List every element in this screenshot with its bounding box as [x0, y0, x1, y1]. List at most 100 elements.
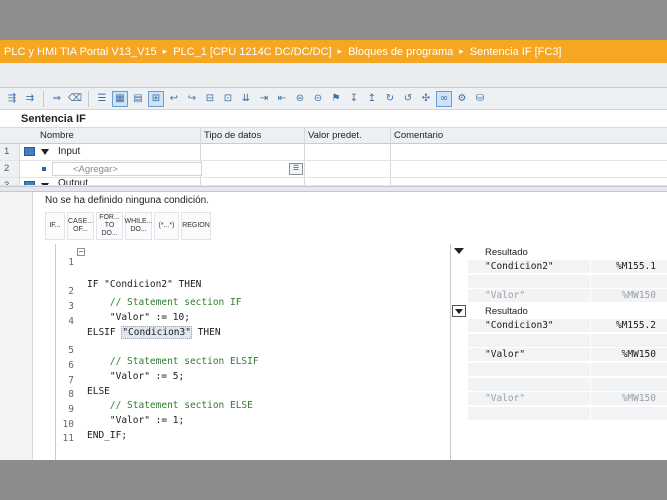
breadcrumb-block[interactable]: Sentencia IF [FC3]	[470, 46, 562, 58]
code-line[interactable]: 6 "Valor" := 5;	[56, 349, 451, 382]
status-row: "Condicion3" %M155.2	[451, 319, 667, 334]
block-title: Sentencia IF	[0, 110, 667, 128]
absolute-icon[interactable]: ⊞	[148, 90, 164, 107]
toolbar-divider	[43, 90, 44, 107]
line-number: 4	[68, 316, 74, 327]
insert-while-button[interactable]: WHILE... DO...	[125, 212, 153, 240]
operand-address: %MW150	[621, 290, 656, 301]
monitoring-status-panel: Resultado "Condicion2" %M155.1 "Valor" %…	[450, 244, 667, 460]
collapse-arrow-icon[interactable]	[454, 248, 464, 254]
column-header-name[interactable]: Nombre	[40, 130, 74, 141]
line-number: 11	[62, 433, 74, 444]
status-row: Resultado	[451, 246, 667, 261]
insert-for-button[interactable]: FOR... TO DO...	[96, 212, 123, 240]
favorites-icon[interactable]: ↪	[184, 91, 200, 107]
operand-address: %M155.1	[615, 261, 656, 272]
memory-icon[interactable]: ⛁	[472, 91, 488, 107]
insert-if-button[interactable]: IF...	[45, 212, 65, 240]
interface-header: Nombre Tipo de datos Valor predet. Comen…	[0, 128, 667, 144]
editor-side-gutter	[0, 192, 33, 460]
list-icon[interactable]: ☰	[94, 91, 110, 107]
go-back-icon[interactable]: ↺	[400, 91, 416, 107]
code-line[interactable]: 2 // Statement section IF	[56, 275, 451, 308]
monitoring-icon[interactable]: ⚙	[454, 91, 470, 107]
column-header-data-type[interactable]: Tipo de datos	[204, 130, 261, 141]
data-type-dropdown-icon[interactable]: ☰	[289, 163, 303, 175]
section-name: Output	[58, 178, 89, 186]
expand-icon[interactable]	[41, 149, 49, 155]
code-line[interactable]: 5 // Statement section ELSIF	[56, 334, 451, 367]
go-to-icon[interactable]: ↻	[382, 91, 398, 107]
block-interface-table: Nombre Tipo de datos Valor predet. Comen…	[0, 128, 667, 186]
input-section-icon	[24, 147, 35, 156]
status-row	[451, 363, 667, 378]
status-row: "Valor" %MW150	[451, 289, 667, 304]
code-line[interactable]: 11	[56, 422, 451, 444]
delete-icon[interactable]: ⌫	[67, 91, 83, 107]
operand-name: "Valor"	[485, 393, 526, 404]
goto-icon[interactable]: ↩	[166, 91, 182, 107]
bookmark-prev-icon[interactable]: ↥	[364, 91, 380, 107]
code-line[interactable]: 10 END_IF;	[56, 408, 451, 441]
add-parameter-field[interactable]: <Agregar>	[52, 162, 202, 176]
status-cell	[468, 275, 667, 289]
status-row	[451, 275, 667, 290]
compile-icon[interactable]: ⇶	[4, 91, 20, 107]
operand-name: "Condicion2"	[485, 261, 554, 272]
download-icon[interactable]: ⇉	[22, 91, 38, 107]
breadcrumb-program-blocks[interactable]: Bloques de programa	[348, 46, 453, 58]
code-line[interactable]: 3 "Valor" := 10;	[56, 290, 451, 323]
status-row: "Condicion2" %M155.1	[451, 260, 667, 275]
row-number: 1	[0, 144, 20, 160]
interface-row-add[interactable]: 2 <Agregar> ☰	[0, 161, 667, 178]
more-icon[interactable]: ▤	[130, 91, 146, 107]
collapse-arrow-icon[interactable]	[452, 305, 466, 317]
operand-name: "Valor"	[485, 290, 526, 301]
comment-icon[interactable]: ⊜	[292, 91, 308, 107]
code-panel[interactable]: 1 − IF "Condicion2" THEN 2 // Statement …	[55, 244, 450, 460]
copy-values-icon[interactable]: ⇊	[238, 91, 254, 107]
instruction-buttons: IF... CASE... OF... FOR... TO DO... WHIL…	[45, 212, 211, 240]
status-row	[451, 378, 667, 393]
breadcrumb-project[interactable]: PLC y HMI TIA Portal V13_V15	[4, 46, 157, 58]
operand-address: %M155.2	[615, 320, 656, 331]
uncomment-icon[interactable]: ⊝	[310, 91, 326, 107]
breadcrumb-plc[interactable]: PLC_1 [CPU 1214C DC/DC/DC]	[173, 46, 331, 58]
status-row: "Valor" %MW150	[451, 348, 667, 363]
column-header-default-value[interactable]: Valor predet.	[308, 130, 362, 141]
interface-row-input[interactable]: 1 Input	[0, 144, 667, 161]
section-name: Input	[58, 146, 81, 157]
insert-network-icon[interactable]: ⇒	[49, 91, 65, 107]
line-number: 1	[68, 257, 74, 268]
code-line[interactable]: 1 − IF "Condicion2" THEN	[56, 246, 451, 291]
status-column-divider	[590, 244, 591, 460]
code-line[interactable]: 7 ELSE	[56, 364, 451, 397]
bookmark-icon[interactable]: ⚑	[328, 91, 344, 107]
monitor-icon[interactable]: ▦	[112, 90, 128, 107]
insert-case-button[interactable]: CASE... OF...	[67, 212, 94, 240]
status-row: "Valor" %MW150	[451, 392, 667, 407]
glasses-icon[interactable]: ∞	[436, 90, 452, 107]
status-label: Resultado	[485, 306, 528, 317]
snapshot-icon[interactable]: ⊡	[220, 91, 236, 107]
insert-region-button[interactable]: REGION	[181, 212, 211, 240]
code-line[interactable]: 4 ELSIF "Condicion3" THEN	[56, 305, 451, 339]
status-cell	[468, 334, 667, 348]
scl-editor-area: No se ha definido ninguna condición. IF.…	[0, 192, 667, 460]
interface-row-output[interactable]: 3 Output	[0, 178, 667, 186]
code-line[interactable]: 8 // Statement section ELSE	[56, 378, 451, 411]
watch-icon[interactable]: ⊟	[202, 91, 218, 107]
fold-icon[interactable]: −	[77, 248, 85, 256]
indent-icon[interactable]: ⇥	[256, 91, 272, 107]
operand-address: %MW150	[621, 349, 656, 360]
row-number: 2	[0, 161, 20, 177]
outdent-icon[interactable]: ⇤	[274, 91, 290, 107]
bookmark-next-icon[interactable]: ↧	[346, 91, 362, 107]
column-header-comment[interactable]: Comentario	[394, 130, 443, 141]
editor-toolbar: ⇶ ⇉ ⇒ ⌫ ☰ ▦ ▤ ⊞ ↩ ↪ ⊟ ⊡ ⇊ ⇥ ⇤ ⊜ ⊝ ⚑ ↧ ↥ …	[0, 88, 667, 110]
code-line[interactable]: 9 "Valor" := 1;	[56, 393, 451, 426]
insert-comment-button[interactable]: (*...*)	[154, 212, 179, 240]
operand-address: %MW150	[621, 393, 656, 404]
screenshot-frame: PLC y HMI TIA Portal V13_V15 ▸ PLC_1 [CP…	[0, 0, 667, 500]
breakpoint-icon[interactable]: ✣	[418, 91, 434, 107]
